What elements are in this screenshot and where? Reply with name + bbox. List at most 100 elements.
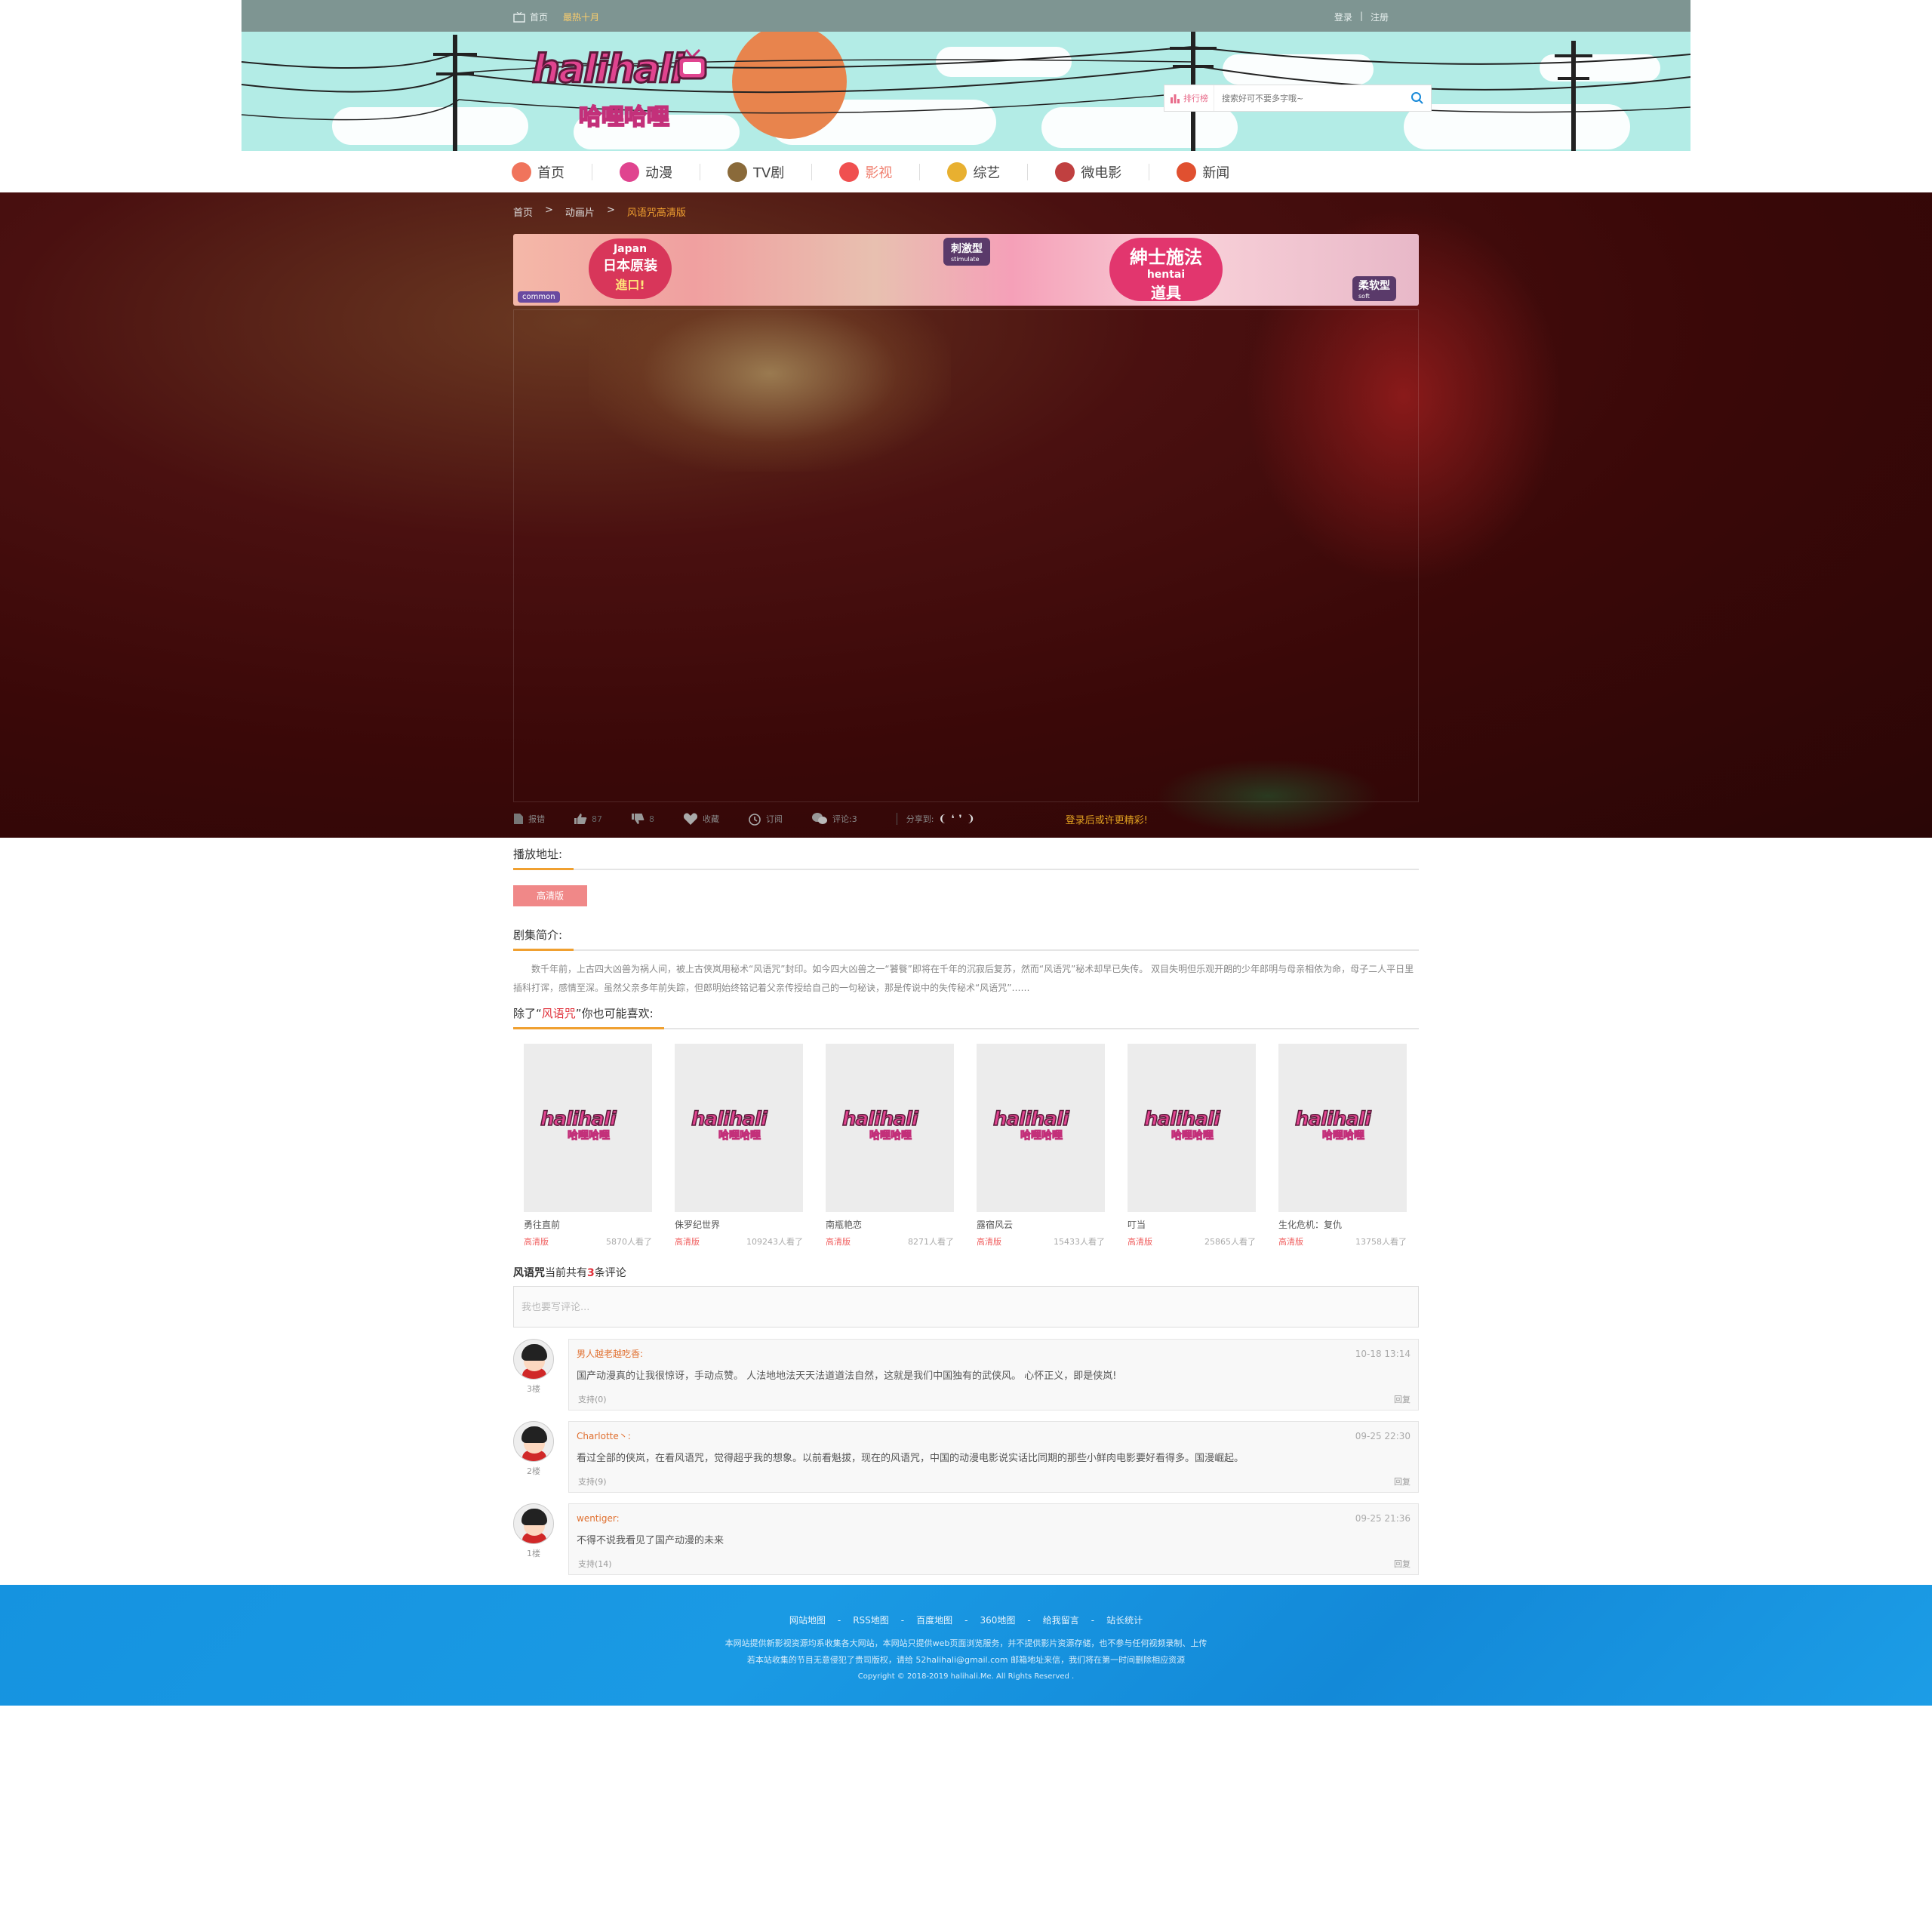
poster-logo-cn: 哈哩哈哩 [718,1130,761,1143]
register-link[interactable]: 注册 [1371,11,1389,23]
poster[interactable]: halihali 哈哩哈哩 [675,1044,803,1212]
comment-text: 看过全部的侠岚，在看风语咒，觉得超乎我的想象。以前看魁拔，现在的风语咒，中国的动… [577,1453,1244,1464]
comment-user[interactable]: wentiger: [577,1513,620,1524]
rank-button[interactable]: 排行榜 [1164,85,1214,111]
share-wechat-icon[interactable]: ❛ [951,814,954,825]
nav-item[interactable]: home-icon 首页 [512,162,592,182]
recommend-card[interactable]: halihali 哈哩哈哩南瓶艳恋高清版 8271人看了 [826,1044,954,1247]
card-quality: 高清版 [1278,1237,1303,1247]
document-icon [514,814,523,824]
login-link[interactable]: 登录 [1334,11,1352,23]
ad-text: stimulate [951,256,980,263]
share-qzone-icon[interactable]: ❩ [967,814,975,825]
search-input[interactable] [1214,93,1404,103]
footer-separator: - [1027,1615,1031,1626]
card-title[interactable]: 生化危机：复仇 [1278,1218,1407,1231]
comment-button[interactable]: 评论:3 [811,812,857,826]
pole-arm [1170,47,1217,50]
search-button[interactable] [1404,85,1431,111]
card-quality: 高清版 [1128,1237,1152,1247]
ad-banner[interactable]: Japan 日本原装 進口! 刺激型 stimulate 紳士施法 hentai … [513,234,1419,306]
dislike-button[interactable]: 8 [631,813,654,825]
breadcrumb-category[interactable]: 动画片 [565,205,595,219]
comment-user[interactable]: Charlotte丶: [577,1431,631,1441]
avatar[interactable] [513,1503,554,1544]
recommend-card[interactable]: halihali 哈哩哈哩叮当高清版 25865人看了 [1128,1044,1256,1247]
power-lines [242,45,1690,121]
poster[interactable]: halihali 哈哩哈哩 [977,1044,1105,1212]
breadcrumb-current: 风语咒高清版 [626,208,686,219]
login-prompt[interactable]: 登录后或许更精彩! [1066,812,1148,826]
nav-item[interactable]: newspaper-icon 新闻 [1177,162,1257,182]
home-icon: home-icon [512,162,531,182]
poster[interactable]: halihali 哈哩哈哩 [1278,1044,1407,1212]
poster[interactable]: halihali 哈哩哈哩 [524,1044,652,1212]
site-logo[interactable]: halihali 哈哩哈哩 [531,46,707,137]
card-quality: 高清版 [524,1237,549,1247]
recommend-card[interactable]: halihali 哈哩哈哩 侏罗纪世界 高清版 109243人看了 [675,1044,803,1247]
comment-actions: 支持(9) 回复 [578,1475,1411,1487]
nav-item[interactable]: butterfly-icon 微电影 [1055,162,1150,182]
ad-common-badge: common [518,291,560,303]
avatar[interactable] [513,1339,554,1380]
report-button[interactable]: 报错 [513,813,545,825]
favorite-button[interactable]: 收藏 [683,812,719,826]
card-quality: 高清版 [977,1237,1001,1247]
card-views: 5870人看了 [606,1237,652,1247]
card-views: 109243人看了 [746,1237,803,1247]
comment-user[interactable]: 男人越老越吃香: [577,1349,643,1359]
ad-text: 道具 [1151,284,1181,302]
share-qq-icon[interactable]: ❜ [959,814,962,825]
comment-time: 10-18 13:14 [1355,1349,1411,1359]
footer-link[interactable]: 网站地图 [789,1615,826,1626]
footer-link[interactable]: RSS地图 [853,1615,889,1626]
card-views: 8271人看了 [908,1237,954,1247]
card-title[interactable]: 侏罗纪世界 [675,1218,803,1231]
recommend-title: 风语咒 [541,1007,576,1020]
reply-button[interactable]: 回复 [1394,1393,1411,1405]
home-link[interactable]: 首页 [513,11,548,23]
nav-item[interactable]: film-icon 影视 [839,162,921,182]
card-quality: 高清版 [826,1237,851,1247]
card-meta: 高清版 15433人看了 [977,1235,1105,1247]
comment-header: 风语咒当前共有3条评论 [513,1265,1419,1280]
reply-button[interactable]: 回复 [1394,1558,1411,1570]
recommend-card[interactable]: halihali 哈哩哈哩 生化危机：复仇 高清版 13758人看了 [1278,1044,1407,1247]
footer-separator: - [837,1615,841,1626]
breadcrumb-home[interactable]: 首页 [513,205,533,219]
footer-link[interactable]: 360地图 [980,1615,1016,1626]
reply-button[interactable]: 回复 [1394,1475,1411,1487]
comment-floor: 1楼 [527,1549,540,1558]
remind-button[interactable]: 订阅 [748,812,783,826]
footer-link[interactable]: 给我留言 [1043,1615,1079,1626]
comment-item: 1楼 wentiger: 09-25 21:36 不得不说我看见了国产动漫的未来 支持(… [513,1503,1419,1575]
remind-label: 订阅 [766,814,783,824]
card-title[interactable]: 露宿风云 [977,1218,1105,1231]
video-player[interactable] [513,309,1419,802]
hot-link[interactable]: 最热十月 [563,11,599,23]
share-bar: 分享到: ❨ ❛ ❜ ❩ [896,813,975,825]
like-button[interactable]: 87 [574,813,602,825]
nav-item[interactable]: tv-icon TV剧 [728,162,813,182]
support-button[interactable]: 支持(14) [578,1558,612,1570]
poster[interactable]: halihali 哈哩哈哩 [826,1044,954,1212]
footer-line: 若本站收集的节目无意侵犯了贵司版权，请给 52halihali@gmail.co… [746,1655,1186,1665]
nav-item[interactable]: anime-icon 动漫 [620,162,700,182]
support-button[interactable]: 支持(0) [578,1393,607,1405]
card-title[interactable]: 叮当 [1128,1218,1256,1231]
support-button[interactable]: 支持(9) [578,1475,607,1487]
footer-link[interactable]: 站长统计 [1106,1615,1143,1626]
card-title[interactable]: 勇往直前 [524,1218,652,1231]
recommend-card[interactable]: halihali 哈哩哈哩勇往直前高清版 5870人看了 [524,1044,652,1247]
hd-play-button[interactable]: 高清版 [513,885,587,906]
comment-text: 当前共有 [545,1267,587,1279]
share-weibo-icon[interactable]: ❨ [938,814,946,825]
footer-link[interactable]: 百度地图 [916,1615,952,1626]
card-views: 25865人看了 [1204,1237,1256,1247]
avatar[interactable] [513,1421,554,1462]
comment-input[interactable]: 我也要写评论... [513,1286,1419,1327]
poster[interactable]: halihali 哈哩哈哩 [1128,1044,1256,1212]
nav-item[interactable]: microphone-icon 综艺 [947,162,1029,182]
recommend-card[interactable]: halihali 哈哩哈哩露宿风云高清版 15433人看了 [977,1044,1105,1247]
card-title[interactable]: 南瓶艳恋 [826,1218,954,1231]
